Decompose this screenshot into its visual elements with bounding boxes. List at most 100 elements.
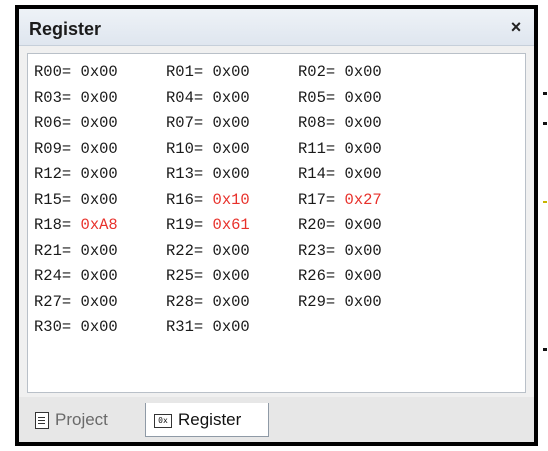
tab-project[interactable]: Project [27,403,139,437]
register-value: 0x00 [80,63,118,81]
register-name: R07= [166,114,204,132]
register-entry: R05= 0x00 [298,86,430,112]
register-list: R00= 0x00 R01= 0x00 R02= 0x00 R03= 0x00 R04=… [34,60,430,341]
register-name: R31= [166,318,204,336]
register-entry: R19= 0x61 [166,213,298,239]
register-row: R30= 0x00 R31= 0x00 [34,315,430,341]
register-entry: R10= 0x00 [166,137,298,163]
register-entry: R00= 0x00 [34,60,166,86]
register-row: R06= 0x00 R07= 0x00 R08= 0x00 [34,111,430,137]
register-row: R18= 0xA8 R19= 0x61 R20= 0x00 [34,213,430,239]
register-name: R26= [298,267,336,285]
register-entry: R29= 0x00 [298,290,430,316]
register-entry: R02= 0x00 [298,60,430,86]
register-value: 0x00 [344,241,382,260]
register-name: R20= [298,216,336,234]
register-value: 0x00 [344,139,382,158]
register-name: R17= [298,190,336,209]
register-name: R09= [34,139,72,158]
document-icon [35,412,49,430]
register-value: 0x00 [80,165,118,183]
register-row: R21= 0x00 R22= 0x00 R23= 0x00 [34,239,430,265]
register-entry: R30= 0x00 [34,315,166,341]
register-entry: R06= 0x00 [34,111,166,137]
register-name: R30= [34,318,72,336]
register-value: 0x00 [80,139,118,158]
register-value: 0x00 [80,190,118,209]
register-value: 0x00 [344,292,382,311]
register-value: 0x61 [212,216,250,234]
register-name: R12= [34,165,72,183]
register-value: 0x00 [80,241,118,260]
register-value: 0x00 [212,241,250,260]
register-name: R10= [166,139,204,158]
register-entry: R16= 0x10 [166,188,298,214]
tab-project-label: Project [55,410,108,429]
panel-titlebar[interactable]: Register × [19,9,534,46]
register-value: 0x00 [212,63,250,81]
register-row: R03= 0x00 R04= 0x00 R05= 0x00 [34,86,430,112]
register-panel: Register × R00= 0x00 R01= 0x00 R02= 0x00 R0… [19,9,534,442]
register-row: R15= 0x00 R16= 0x10 R17= 0x27 [34,188,430,214]
register-entry: R04= 0x00 [166,86,298,112]
register-entry: R12= 0x00 [34,162,166,188]
register-entry: R15= 0x00 [34,188,166,214]
tab-bar: Project 0x Register [19,397,534,442]
register-value: 0x00 [80,292,118,311]
register-name: R18= [34,216,72,234]
register-value: 0x00 [212,88,250,107]
register-name: R29= [298,292,336,311]
register-name: R00= [34,63,72,81]
register-entry: R21= 0x00 [34,239,166,265]
register-entry: R08= 0x00 [298,111,430,137]
register-value: 0x00 [212,114,250,132]
register-value: 0x00 [344,63,382,81]
register-value: 0x00 [344,88,382,107]
close-icon[interactable]: × [506,17,526,37]
register-row: R24= 0x00 R25= 0x00 R26= 0x00 [34,264,430,290]
register-entry: R07= 0x00 [166,111,298,137]
register-value: 0x00 [212,292,250,311]
register-value: 0x00 [212,318,250,336]
register-entry: R14= 0x00 [298,162,430,188]
register-entry: R22= 0x00 [166,239,298,265]
register-name: R28= [166,292,204,311]
register-value: 0x00 [212,165,250,183]
register-entry: R27= 0x00 [34,290,166,316]
register-value: 0x00 [212,139,250,158]
register-value: 0x00 [80,88,118,107]
register-name: R24= [34,267,72,285]
register-entry: R23= 0x00 [298,239,430,265]
register-entry: R13= 0x00 [166,162,298,188]
register-name: R08= [298,114,336,132]
register-name: R02= [298,63,336,81]
right-edge-strip [542,75,548,375]
register-entry: R25= 0x00 [166,264,298,290]
register-name: R21= [34,241,72,260]
register-row: R00= 0x00 R01= 0x00 R02= 0x00 [34,60,430,86]
register-entry: R20= 0x00 [298,213,430,239]
register-value: 0x00 [344,267,382,285]
register-entry: R24= 0x00 [34,264,166,290]
register-name: R22= [166,241,204,260]
register-name: R27= [34,292,72,311]
panel-title: Register [29,19,102,39]
register-name: R03= [34,88,72,107]
register-name: R13= [166,165,204,183]
register-name: R05= [298,88,336,107]
register-name: R01= [166,63,204,81]
register-name: R25= [166,267,204,285]
register-entry: R28= 0x00 [166,290,298,316]
register-entry: R09= 0x00 [34,137,166,163]
register-value: 0x00 [344,216,382,234]
register-row: R27= 0x00 R28= 0x00 R29= 0x00 [34,290,430,316]
register-entry: R03= 0x00 [34,86,166,112]
register-entry: R01= 0x00 [166,60,298,86]
register-value: 0x00 [212,267,250,285]
register-entry: R26= 0x00 [298,264,430,290]
register-value: 0x00 [80,267,118,285]
register-value: 0x00 [344,165,382,183]
tab-register[interactable]: 0x Register [145,403,269,437]
register-value: 0xA8 [80,216,118,234]
register-name: R16= [166,190,204,209]
